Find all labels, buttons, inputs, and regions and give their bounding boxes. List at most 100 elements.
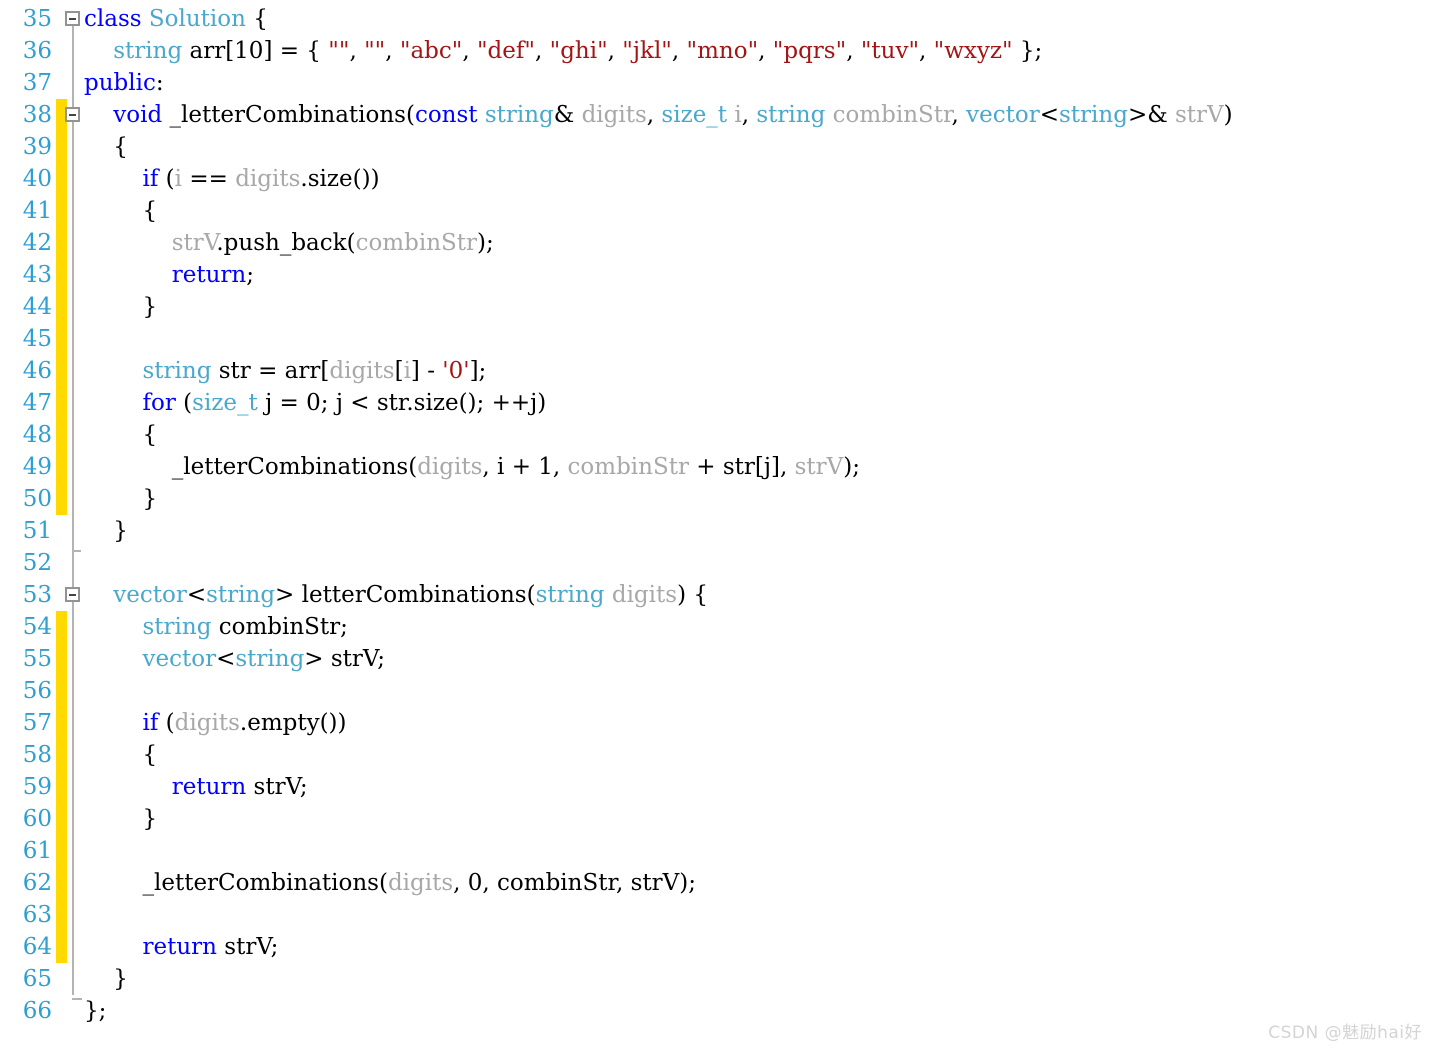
code-content[interactable]: class Solution { string arr[10] = { "", … — [84, 0, 1436, 1027]
code-line[interactable]: for (size_t j = 0; j < str.size(); ++j) — [84, 387, 1436, 419]
code-token-kw: class — [84, 6, 149, 32]
code-token-pln: j = 0; j < str.size(); ++j) — [257, 390, 547, 416]
code-token-str: '0' — [442, 358, 470, 384]
code-token-pln: > strV; — [304, 646, 385, 672]
code-line[interactable]: _letterCombinations(digits, 0, combinStr… — [84, 867, 1436, 899]
code-token-typ: string — [535, 582, 605, 608]
code-token-pln: _letterCombinations( — [162, 102, 415, 128]
line-number: 36 — [22, 38, 52, 64]
code-token-pln: arr[10] = { — [182, 38, 329, 64]
code-token-typ: string — [113, 38, 183, 64]
line-number: 50 — [22, 486, 52, 512]
line-number: 41 — [22, 198, 52, 224]
code-token-pln: } — [84, 294, 158, 320]
code-line[interactable]: }; — [84, 995, 1436, 1027]
code-line[interactable]: } — [84, 291, 1436, 323]
code-token-pln: & — [553, 102, 582, 128]
code-token-pln — [84, 390, 143, 416]
code-token-par: digits — [329, 358, 395, 384]
code-line[interactable]: _letterCombinations(digits, i + 1, combi… — [84, 451, 1436, 483]
code-line[interactable]: return strV; — [84, 771, 1436, 803]
code-token-pln: } — [84, 518, 128, 544]
code-token-typ: string — [756, 102, 826, 128]
code-line[interactable]: string combinStr; — [84, 611, 1436, 643]
code-token-pln: , — [741, 102, 757, 128]
code-line[interactable]: string str = arr[digits[i] - '0']; — [84, 355, 1436, 387]
code-token-str: "mno" — [686, 38, 759, 64]
line-number: 53 — [22, 582, 52, 608]
code-line[interactable]: if (i == digits.size()) — [84, 163, 1436, 195]
code-token-par: digits — [235, 166, 301, 192]
code-token-pln: < — [216, 646, 236, 672]
code-line[interactable]: return; — [84, 259, 1436, 291]
fold-toggle-minus-icon[interactable] — [65, 11, 80, 26]
code-token-pln: , — [758, 38, 773, 64]
code-token-str: "def" — [476, 38, 535, 64]
code-token-par: digits — [611, 582, 678, 608]
code-line[interactable] — [84, 899, 1436, 931]
code-token-pln: ] - — [410, 358, 443, 384]
code-token-kw: public — [84, 70, 156, 96]
code-token-par: combinStr — [355, 230, 478, 256]
code-token-pln: .size()) — [300, 166, 380, 192]
code-token-typ: string — [235, 646, 305, 672]
fold-toggle-minus-icon[interactable] — [65, 107, 80, 122]
code-line[interactable]: { — [84, 195, 1436, 227]
code-line[interactable]: vector<string> letterCombinations(string… — [84, 579, 1436, 611]
code-line[interactable]: { — [84, 131, 1436, 163]
code-line[interactable]: } — [84, 515, 1436, 547]
code-token-pln: { — [84, 134, 128, 160]
code-token-kw: return — [171, 262, 247, 288]
line-number: 61 — [22, 838, 52, 864]
line-number: 59 — [22, 774, 52, 800]
code-line[interactable] — [84, 323, 1436, 355]
line-number: 56 — [22, 678, 52, 704]
code-token-pln: , — [646, 102, 662, 128]
line-number: 46 — [22, 358, 52, 384]
code-line[interactable]: } — [84, 803, 1436, 835]
code-line[interactable]: { — [84, 739, 1436, 771]
code-line[interactable]: class Solution { — [84, 3, 1436, 35]
code-line[interactable]: } — [84, 963, 1436, 995]
code-token-pln — [84, 774, 172, 800]
line-number: 51 — [22, 518, 52, 544]
code-token-kw: const — [414, 102, 478, 128]
code-editor: 35 36 37 38 39 40 41 42 43 44 45 46 47 48 49 50 51 52 53 54… — [0, 0, 1436, 1051]
line-number: 39 — [22, 134, 52, 160]
code-token-pln: } — [84, 966, 128, 992]
code-token-pln: ( — [158, 166, 175, 192]
code-line[interactable]: void _letterCombinations(const string& d… — [84, 99, 1436, 131]
code-token-str: "pqrs" — [772, 38, 847, 64]
code-line[interactable]: strV.push_back(combinStr); — [84, 227, 1436, 259]
code-line[interactable]: public: — [84, 67, 1436, 99]
code-line[interactable]: if (digits.empty()) — [84, 707, 1436, 739]
code-line[interactable] — [84, 675, 1436, 707]
code-token-pln: , — [349, 38, 365, 64]
code-token-pln: , — [671, 38, 687, 64]
code-token-pln — [84, 38, 113, 64]
code-line[interactable] — [84, 835, 1436, 867]
code-line[interactable]: string arr[10] = { "", "", "abc", "def",… — [84, 35, 1436, 67]
code-line[interactable]: } — [84, 483, 1436, 515]
code-token-pln: ) — [1223, 102, 1233, 128]
code-line[interactable]: { — [84, 419, 1436, 451]
code-token-pln — [84, 230, 172, 256]
code-line[interactable]: vector<string> strV; — [84, 643, 1436, 675]
code-token-kw: void — [113, 102, 163, 128]
code-token-pln: }; — [1012, 38, 1043, 64]
line-number: 54 — [22, 614, 52, 640]
code-line[interactable]: return strV; — [84, 931, 1436, 963]
line-number: 64 — [22, 934, 52, 960]
code-token-pln: .empty()) — [239, 710, 347, 736]
code-token-pln: + str[j], — [688, 454, 795, 480]
code-token-pln: ); — [477, 230, 494, 256]
fold-toggle-minus-icon[interactable] — [65, 587, 80, 602]
code-token-pln: , — [846, 38, 861, 64]
editor-gutter: 35 36 37 38 39 40 41 42 43 44 45 46 47 48 49 50 51 52 53 54… — [0, 0, 84, 1051]
code-token-pln: , — [951, 102, 967, 128]
line-number: 48 — [22, 422, 52, 448]
code-token-str: "abc" — [399, 38, 463, 64]
code-token-par: digits — [387, 870, 454, 896]
code-line[interactable] — [84, 547, 1436, 579]
code-token-pln: .push_back( — [216, 230, 356, 256]
